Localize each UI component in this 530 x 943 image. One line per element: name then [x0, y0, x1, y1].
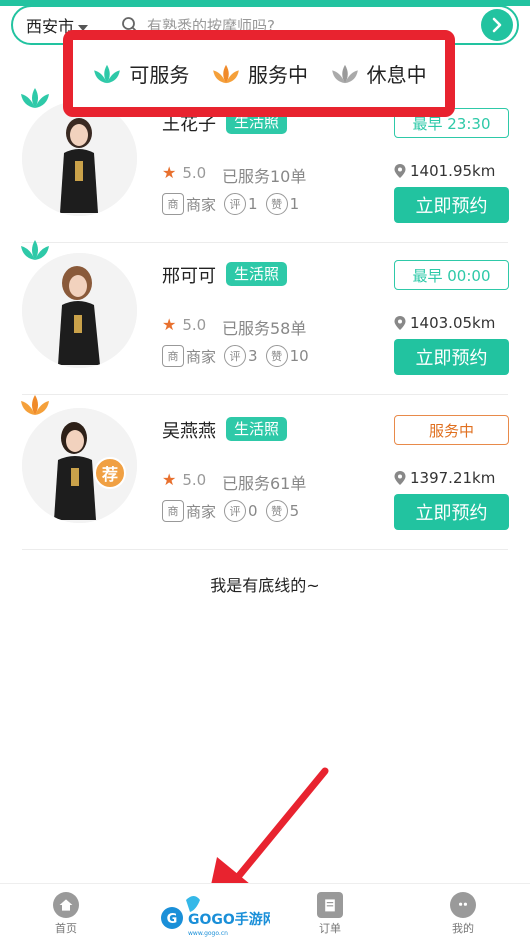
- rating-value: 5.0: [182, 163, 207, 182]
- end-of-list-text: 我是有底线的~: [210, 576, 320, 595]
- tab-label: 我的: [452, 922, 474, 935]
- rating-value: 5.0: [182, 315, 207, 334]
- book-now-button[interactable]: 立即预约: [394, 339, 509, 375]
- distance: 1403.05km: [393, 314, 495, 332]
- distance-value: 1401.95km: [410, 162, 496, 180]
- life-photo-tag[interactable]: 生活照: [226, 417, 288, 441]
- review-count: 1: [248, 195, 258, 213]
- meta-row: 商商家 评1 赞1: [162, 193, 299, 215]
- served-count: 已服务61单: [222, 474, 307, 493]
- rating: ★ 5.0: [162, 470, 206, 489]
- svg-text:G: G: [167, 912, 178, 927]
- search-submit-button[interactable]: [481, 9, 513, 41]
- book-now-button[interactable]: 立即预约: [394, 494, 509, 530]
- review-icon: 评: [224, 193, 247, 215]
- home-icon: [53, 892, 79, 918]
- merchant-label: 商家: [186, 502, 217, 521]
- gogo-watermark-logo: G GOGO手游网 www.gogo.cn: [161, 896, 270, 937]
- recommend-badge: 荐: [94, 457, 126, 489]
- lotus-available-icon: [21, 88, 49, 108]
- life-photo-tag[interactable]: 生活照: [226, 262, 288, 286]
- star-icon: ★: [162, 315, 177, 334]
- location-pin-icon: [394, 164, 406, 178]
- legend-busy: 服务中: [210, 59, 308, 88]
- location-pin-icon: [394, 471, 406, 485]
- status-legend: 可服务 服务中 休息中: [63, 30, 455, 117]
- avatar[interactable]: [22, 101, 137, 216]
- tab-profile[interactable]: 我的: [423, 892, 503, 936]
- legend-label: 休息中: [366, 63, 427, 87]
- meta-row: 商商家 评0 赞5: [162, 500, 299, 522]
- star-icon: ★: [162, 470, 177, 489]
- therapist-name: 邢可可: [162, 266, 216, 287]
- distance-value: 1403.05km: [410, 314, 496, 332]
- in-service-button[interactable]: 服务中: [394, 415, 509, 445]
- review-icon: 评: [224, 345, 247, 367]
- distance-value: 1397.21km: [410, 469, 496, 487]
- tab-home[interactable]: 首页: [26, 892, 106, 936]
- legend-label: 可服务: [129, 63, 190, 87]
- legend-available: 可服务: [91, 59, 189, 88]
- heart-like-icon: 赞: [265, 500, 288, 522]
- like-count: 1: [289, 195, 300, 213]
- distance: 1401.95km: [393, 162, 495, 180]
- like-count: 5: [289, 502, 300, 520]
- tab-label: 首页: [55, 922, 77, 935]
- lotus-busy-icon: [21, 395, 49, 415]
- heart-like-icon: 赞: [265, 345, 288, 367]
- heart-like-icon: 赞: [265, 193, 288, 215]
- lotus-available-icon: [94, 64, 121, 83]
- profile-icon: [450, 892, 476, 918]
- therapist-name: 吴燕燕: [162, 421, 216, 442]
- svg-text:www.gogo.cn: www.gogo.cn: [188, 930, 228, 937]
- svg-text:GOGO手游网: GOGO手游网: [188, 911, 270, 928]
- tab-orders[interactable]: 订单: [290, 892, 370, 936]
- earliest-time-button[interactable]: 最早 00:00: [394, 260, 509, 290]
- shield-merchant-icon: 商: [162, 500, 184, 522]
- tab-label: 订单: [319, 922, 341, 935]
- merchant-label: 商家: [186, 195, 217, 214]
- shield-merchant-icon: 商: [162, 193, 184, 215]
- shield-merchant-icon: 商: [162, 345, 184, 367]
- star-icon: ★: [162, 163, 177, 182]
- review-count: 3: [248, 347, 258, 365]
- merchant-label: 商家: [186, 347, 217, 366]
- therapist-card[interactable]: 邢可可 生活照 最早 00:00 ★ 5.0 已服务58单 1403.05km 商…: [0, 240, 530, 395]
- rating: ★ 5.0: [162, 315, 206, 334]
- distance: 1397.21km: [393, 469, 495, 487]
- served-count: 已服务58单: [222, 319, 307, 338]
- rating: ★ 5.0: [162, 163, 206, 182]
- chevron-right-icon: [492, 17, 502, 33]
- order-icon: [317, 892, 343, 918]
- review-count: 0: [248, 502, 258, 520]
- location-pin-icon: [394, 316, 406, 330]
- legend-resting: 休息中: [329, 59, 427, 88]
- lotus-available-icon: [21, 240, 49, 260]
- served-count: 已服务10单: [222, 167, 307, 186]
- rating-value: 5.0: [182, 470, 207, 489]
- meta-row: 商商家 评3 赞 10: [162, 345, 309, 367]
- divider: [22, 549, 508, 550]
- like-count: 10: [289, 347, 309, 365]
- lotus-resting-icon: [331, 64, 358, 83]
- therapist-card[interactable]: 荐 吴燕燕 生活照 服务中 ★ 5.0 已服务61单 1397.21km 商商家 …: [0, 395, 530, 550]
- lotus-busy-icon: [213, 64, 239, 83]
- book-now-button[interactable]: 立即预约: [394, 187, 509, 223]
- review-icon: 评: [224, 500, 247, 522]
- legend-label: 服务中: [247, 63, 308, 87]
- avatar[interactable]: [22, 253, 137, 368]
